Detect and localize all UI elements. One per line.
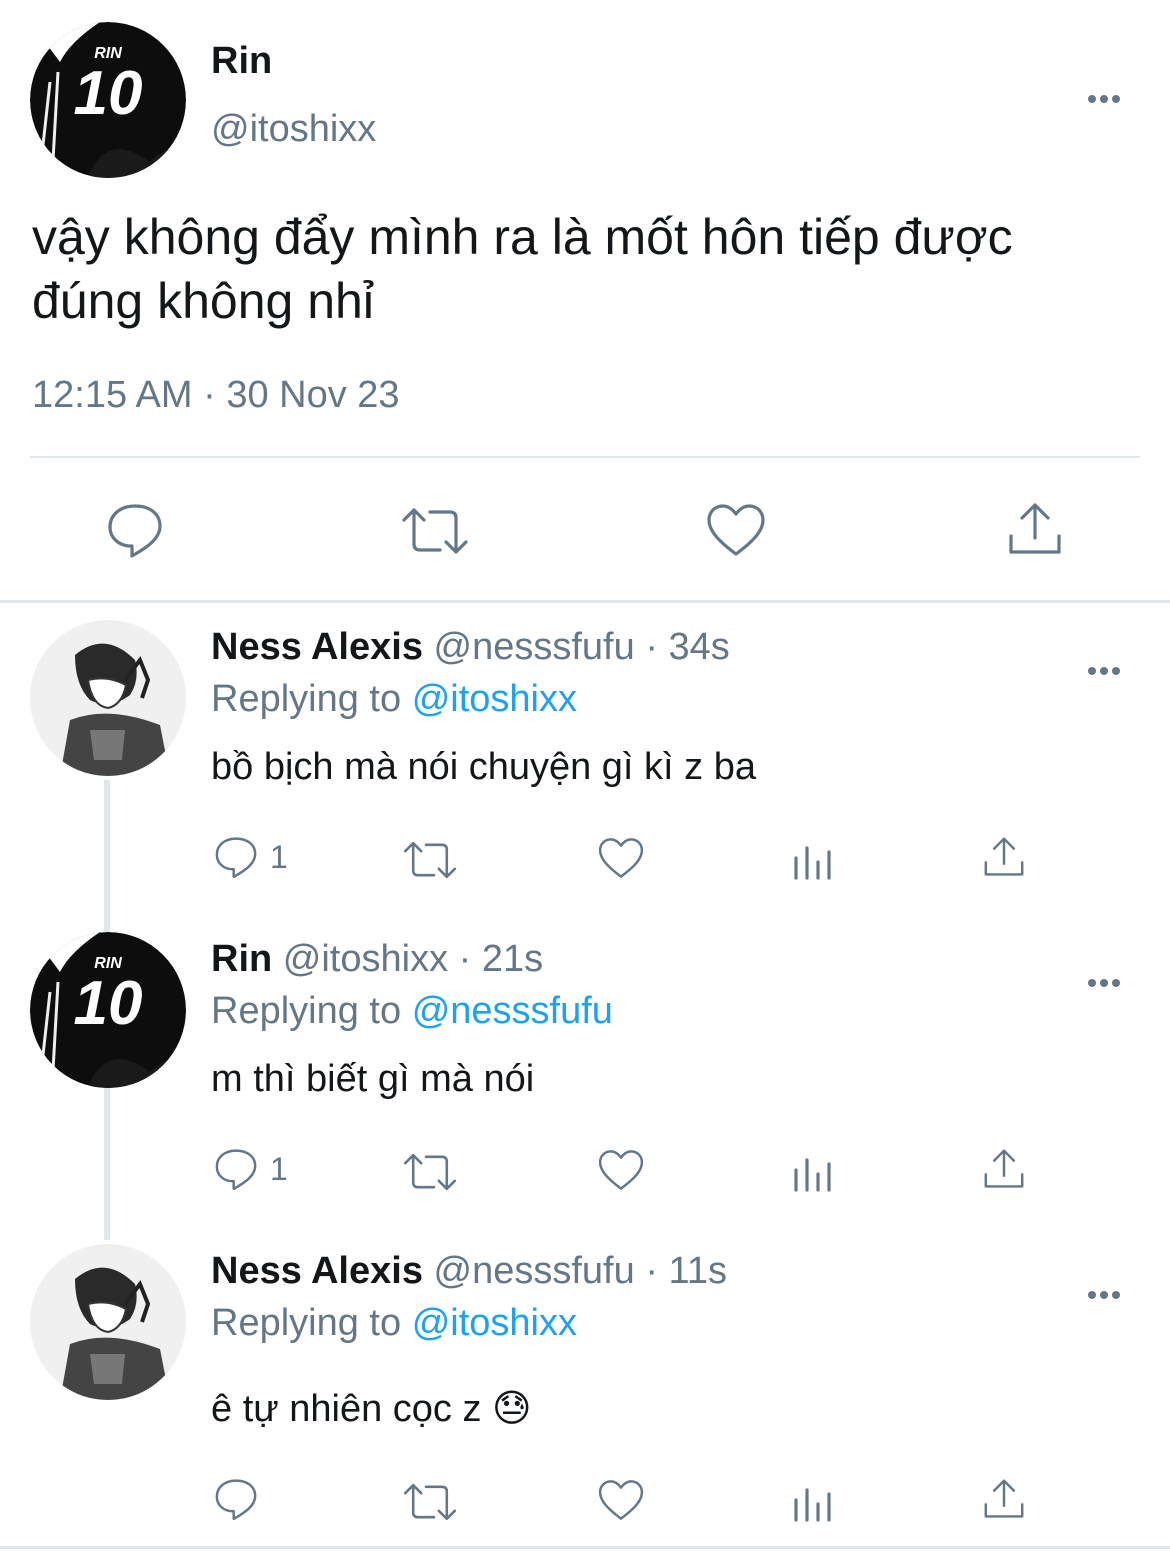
reply-author-handle[interactable]: @nesssfufu [434,1250,635,1292]
retweet-icon [403,1153,457,1191]
tweet-text: vậy không đẩy mình ra là mốt hôn tiếp đư… [32,205,1013,333]
section-divider [0,600,1170,603]
reply-count: 1 [270,838,288,875]
sweat-emoji-icon: 😓 [492,1388,532,1430]
reply-time[interactable]: · 21s [459,938,543,980]
analytics-icon [794,1488,831,1522]
replying-to-link[interactable]: @itoshixx [412,678,577,720]
retweet-button[interactable] [402,1480,458,1524]
reply-header: Rin @itoshixx · 21s [211,938,543,981]
reply-author-handle[interactable]: @itoshixx [283,938,448,980]
avatar-rin[interactable]: RIN 10 [30,22,186,178]
more-options-button[interactable] [1086,1266,1122,1306]
tweet-text-line: vậy không đẩy mình ra là mốt hôn tiếp đư… [32,209,1013,265]
replying-to: Replying to @itoshixx [211,1302,577,1345]
divider [30,456,1140,458]
heart-icon [598,838,644,878]
like-button[interactable] [597,836,645,880]
avatar-ness[interactable] [30,1244,186,1400]
reply-time[interactable]: · 34s [645,626,729,668]
reply-header: Ness Alexis @nesssfufu · 34s [211,626,730,669]
replying-to-link[interactable]: @itoshixx [412,1302,577,1344]
reply-author-handle[interactable]: @nesssfufu [434,626,635,668]
tweet-timestamp[interactable]: 12:15 AM · 30 Nov 23 [32,374,400,417]
reply-header: Ness Alexis @nesssfufu · 11s [211,1250,727,1293]
replying-to: Replying to @nesssfufu [211,990,613,1033]
more-dot-icon [1088,979,1096,987]
analytics-icon [794,1158,831,1192]
replying-to-label: Replying to [211,678,402,720]
reply-text-row: ê tự nhiên cọc z 😓 [211,1386,532,1431]
more-options-button[interactable] [1086,642,1122,682]
more-dot-icon [1088,1291,1096,1299]
reply-count: 1 [270,1150,288,1187]
more-dot-icon [1112,979,1120,987]
more-dot-icon [1100,979,1108,987]
more-dot-icon [1100,95,1108,103]
reply-author-name[interactable]: Rin [211,938,272,980]
retweet-button[interactable] [400,504,470,558]
author-handle[interactable]: @itoshixx [211,108,376,151]
retweet-icon [403,1483,457,1521]
retweet-icon [403,841,457,879]
reply-icon [215,837,257,879]
more-dot-icon [1112,95,1120,103]
tweet-text-line: đúng không nhỉ [32,273,374,329]
analytics-button[interactable] [792,838,836,882]
more-dot-icon [1112,1291,1120,1299]
reply-text: m thì biết gì mà nói [211,1058,535,1100]
share-icon [984,837,1024,876]
more-dot-icon [1100,667,1108,675]
retweet-icon [402,508,468,554]
reply-text: ê tự nhiên cọc z [211,1388,482,1430]
reply-author-name[interactable]: Ness Alexis [211,1250,423,1292]
heart-icon [598,1480,644,1520]
replying-to-label: Replying to [211,1302,402,1344]
avatar-rin[interactable]: RIN 10 [30,932,186,1088]
share-button[interactable] [982,834,1026,880]
share-icon [984,1479,1024,1518]
more-dot-icon [1088,667,1096,675]
share-icon [1009,503,1061,554]
analytics-button[interactable] [792,1480,836,1524]
more-dot-icon [1088,95,1096,103]
reply-time[interactable]: · 11s [645,1250,727,1292]
reply-button[interactable]: 1 [212,1146,288,1192]
like-button[interactable] [597,1478,645,1522]
more-dot-icon [1112,667,1120,675]
reply-author-name[interactable]: Ness Alexis [211,626,423,668]
replying-to-label: Replying to [211,990,402,1032]
avatar-jersey-number: 10 [74,969,143,1038]
more-options-button[interactable] [1086,954,1122,994]
reply-button[interactable] [212,1476,270,1522]
share-icon [984,1149,1024,1188]
like-button[interactable] [705,502,767,558]
share-button[interactable] [982,1146,1026,1192]
reply-icon [215,1149,257,1191]
more-dot-icon [1100,1291,1108,1299]
reply-button[interactable] [104,500,166,560]
reply-icon [108,504,162,558]
retweet-button[interactable] [402,1150,458,1194]
retweet-button[interactable] [402,838,458,882]
avatar-ness[interactable] [30,620,186,776]
share-button[interactable] [1006,500,1064,558]
analytics-icon [794,846,831,880]
avatar-jersey-number: 10 [74,59,143,128]
heart-icon [598,1150,644,1190]
analytics-button[interactable] [792,1150,836,1194]
reply-button[interactable]: 1 [212,834,288,880]
bottom-divider [0,1546,1170,1549]
reply-icon [215,1479,257,1521]
share-button[interactable] [982,1476,1026,1522]
heart-icon [707,504,765,556]
replying-to-link[interactable]: @nesssfufu [412,990,613,1032]
replying-to: Replying to @itoshixx [211,678,577,721]
reply-text: bồ bịch mà nói chuyện gì kì z ba [211,746,756,788]
more-options-button[interactable] [1086,70,1122,110]
author-name[interactable]: Rin [211,40,272,83]
like-button[interactable] [597,1148,645,1192]
